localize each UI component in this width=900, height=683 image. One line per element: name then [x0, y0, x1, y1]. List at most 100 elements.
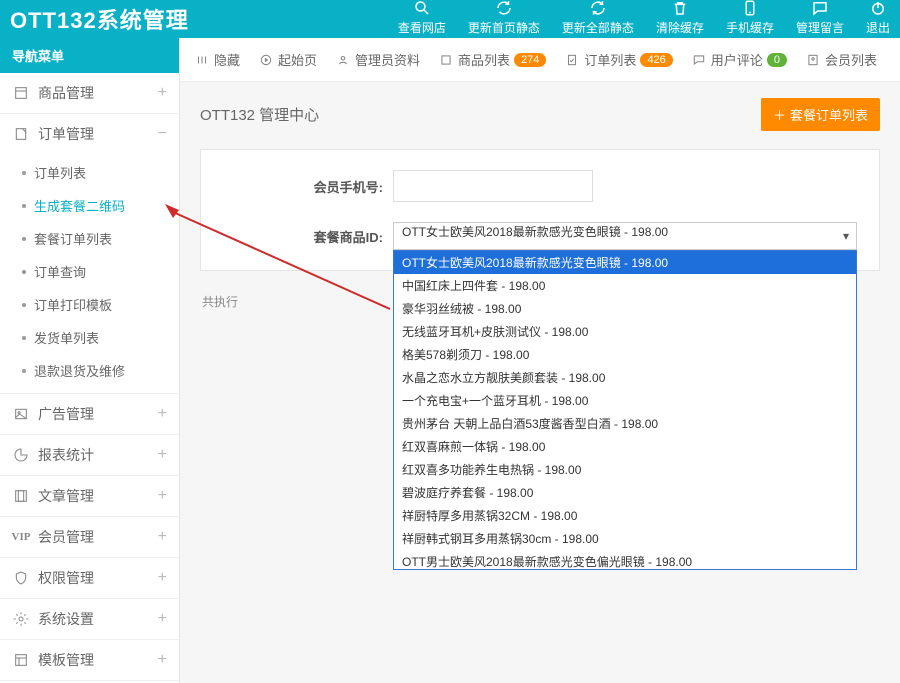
tabbar: 隐藏 起始页 管理员资料 商品列表 274 订单列表426 用户评论0 会员列表: [180, 38, 900, 82]
top-actions: 查看网店 更新首页静态 更新全部静态 清除缓存 手机缓存 管理留言 退出: [398, 0, 890, 40]
label: 文章管理: [38, 486, 94, 506]
power-icon: [869, 0, 887, 17]
top-phone-cache[interactable]: 手机缓存: [726, 0, 774, 36]
phone-icon: [741, 0, 759, 17]
sidebar-sub-order-list[interactable]: 订单列表: [0, 156, 179, 189]
dropdown-option[interactable]: 红双喜多功能养生电热锅 - 198.00: [394, 458, 856, 481]
dropdown-option[interactable]: 无线蓝牙耳机+皮肤测试仪 - 198.00: [394, 320, 856, 343]
bars-icon: [194, 52, 210, 68]
sidebar-sub-order-query[interactable]: 订单查询: [0, 255, 179, 288]
product-dropdown[interactable]: OTT女士欧美风2018最新款感光变色眼镜 - 198.00中国红床上四件套 -…: [393, 250, 857, 570]
top-update-all[interactable]: 更新全部静态: [562, 0, 634, 36]
expand-icon: +: [158, 84, 167, 102]
form-panel: 会员手机号: 套餐商品ID: OTT女士欧美风2018最新款感光变色眼镜 - 1…: [200, 149, 880, 271]
refresh-icon: [495, 0, 513, 17]
sidebar-item-orders[interactable]: 订单管理 −: [0, 114, 179, 154]
sidebar-item-ads[interactable]: 广告管理+: [0, 394, 179, 434]
play-icon: [258, 52, 274, 68]
admin-icon: [335, 52, 351, 68]
vip-icon: VIP: [12, 528, 30, 546]
sidebar-group-orders: 订单管理 − 订单列表 生成套餐二维码 套餐订单列表 订单查询 订单打印模板 发…: [0, 114, 179, 394]
top-clear-cache[interactable]: 清除缓存: [656, 0, 704, 36]
orders-icon: [12, 125, 30, 143]
goods-list-icon: [438, 52, 454, 68]
product-select[interactable]: OTT女士欧美风2018最新款感光变色眼镜 - 198.00: [393, 222, 857, 250]
tab-goods[interactable]: 商品列表 274: [438, 50, 546, 69]
label: 订单管理: [38, 124, 94, 144]
label: 会员管理: [38, 527, 94, 547]
expand-icon: +: [158, 446, 167, 464]
dropdown-option[interactable]: 碧波庭疗养套餐 - 198.00: [394, 481, 856, 504]
sidebar-group-goods: 商品管理 +: [0, 73, 179, 114]
label: 管理员资料: [355, 50, 420, 69]
package-order-list-button[interactable]: ＋ 套餐订单列表: [761, 98, 880, 131]
dropdown-option[interactable]: 水晶之恋水立方靓肤美颜套装 - 198.00: [394, 366, 856, 389]
tab-orders[interactable]: 订单列表426: [564, 50, 672, 69]
label: 报表统计: [38, 445, 94, 465]
tab-comments[interactable]: 用户评论0: [691, 50, 787, 69]
dropdown-option[interactable]: 一个充电宝+一个蓝牙耳机 - 198.00: [394, 389, 856, 412]
dropdown-option[interactable]: 红双喜麻煎一体锅 - 198.00: [394, 435, 856, 458]
label: 商品列表: [458, 50, 510, 69]
top-manage-msg[interactable]: 管理留言: [796, 0, 844, 36]
dropdown-option[interactable]: OTT男士欧美风2018最新款感光变色偏光眼镜 - 198.00: [394, 550, 856, 570]
page-title: OTT132 管理中心: [200, 104, 319, 125]
collapse-icon: −: [158, 125, 167, 143]
orders-badge: 426: [640, 53, 672, 67]
sidebar-item-settings[interactable]: 系统设置+: [0, 599, 179, 639]
label: 查看网店: [398, 19, 446, 36]
expand-icon: +: [158, 405, 167, 423]
dropdown-option[interactable]: 格美578剃须刀 - 198.00: [394, 343, 856, 366]
phone-input[interactable]: [393, 170, 593, 202]
top-logout[interactable]: 退出: [866, 0, 890, 36]
sidebar-item-templates[interactable]: 模板管理+: [0, 640, 179, 680]
sidebar-sub-shipment-list[interactable]: 发货单列表: [0, 321, 179, 354]
image-icon: [12, 405, 30, 423]
dropdown-option[interactable]: 贵州茅台 天朝上品白酒53度酱香型白酒 - 198.00: [394, 412, 856, 435]
label: 退出: [866, 19, 890, 36]
sidebar-sub-refund[interactable]: 退款退货及维修: [0, 354, 179, 387]
tab-members[interactable]: 会员列表: [805, 50, 877, 69]
sidebar: 导航菜单 商品管理 + 订单管理 − 订单列表 生成套餐二维码 套餐订单列表 订…: [0, 38, 180, 683]
refresh-all-icon: [589, 0, 607, 17]
tab-home[interactable]: 起始页: [258, 50, 317, 69]
dropdown-option[interactable]: OTT女士欧美风2018最新款感光变色眼镜 - 198.00: [394, 251, 856, 274]
top-view-store[interactable]: 查看网店: [398, 0, 446, 36]
label: 更新首页静态: [468, 19, 540, 36]
expand-icon: +: [158, 610, 167, 628]
product-label: 套餐商品ID:: [223, 227, 393, 246]
phone-label: 会员手机号:: [223, 177, 393, 196]
sidebar-item-goods[interactable]: 商品管理 +: [0, 73, 179, 113]
sidebar-sub-package-order-list[interactable]: 套餐订单列表: [0, 222, 179, 255]
sidebar-item-reports[interactable]: 报表统计 +: [0, 435, 179, 475]
dropdown-option[interactable]: 中国红床上四件套 - 198.00: [394, 274, 856, 297]
chart-icon: [12, 446, 30, 464]
template-icon: [12, 651, 30, 669]
top-update-home[interactable]: 更新首页静态: [468, 0, 540, 36]
label: 用户评论: [711, 50, 763, 69]
goods-badge: 274: [514, 53, 546, 67]
trash-icon: [671, 0, 689, 17]
label: 权限管理: [38, 568, 94, 588]
plus-icon: ＋: [773, 105, 786, 124]
label: 管理留言: [796, 19, 844, 36]
sidebar-sub-gen-qrcode[interactable]: 生成套餐二维码: [0, 189, 179, 222]
dropdown-option[interactable]: 豪华羽丝绒被 - 198.00: [394, 297, 856, 320]
sidebar-sub-order-print-tpl[interactable]: 订单打印模板: [0, 288, 179, 321]
search-icon: [413, 0, 431, 17]
main-area: 隐藏 起始页 管理员资料 商品列表274 订单列表426 用户评论0 会员列表 …: [180, 38, 900, 683]
dropdown-option[interactable]: 祥厨韩式钢耳多用蒸锅30cm - 198.00: [394, 527, 856, 550]
member-list-icon: [805, 52, 821, 68]
dropdown-option[interactable]: 祥厨特厚多用蒸锅32CM - 198.00: [394, 504, 856, 527]
comment-icon: [691, 52, 707, 68]
label: 更新全部静态: [562, 19, 634, 36]
expand-icon: +: [158, 487, 167, 505]
sidebar-item-perms[interactable]: 权限管理+: [0, 558, 179, 598]
tab-admin[interactable]: 管理员资料: [335, 50, 420, 69]
topbar: OTT132系统管理 查看网店 更新首页静态 更新全部静态 清除缓存 手机缓存 …: [0, 0, 900, 38]
sidebar-item-members[interactable]: VIP会员管理+: [0, 517, 179, 557]
sidebar-title: 导航菜单: [0, 38, 179, 73]
message-icon: [811, 0, 829, 17]
sidebar-item-articles[interactable]: 文章管理 +: [0, 476, 179, 516]
tab-hide[interactable]: 隐藏: [194, 50, 240, 69]
